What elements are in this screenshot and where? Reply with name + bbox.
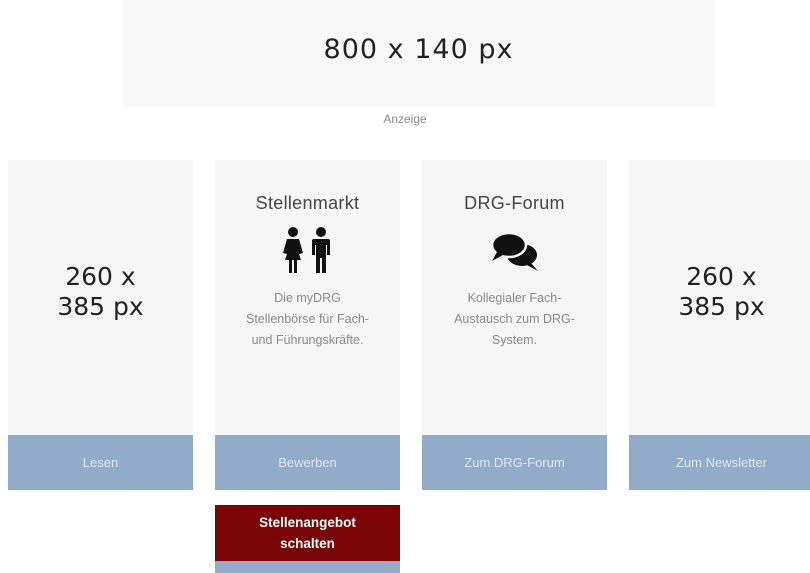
apply-button[interactable]: Bewerben — [215, 435, 400, 490]
card-title: Stellenmarkt — [255, 193, 360, 213]
card-stellenmarkt: Stellenmarkt Die myDRG Stellenbörse für … — [215, 160, 400, 435]
banner-size-text: 800 x 140 px — [323, 34, 514, 65]
cta-strip — [215, 561, 400, 573]
cta-line-1: Stellenangebot — [259, 515, 356, 530]
card-drg-forum: DRG-Forum Kollegialer Fach-Austausch zum… — [422, 160, 607, 435]
card-description: Kollegialer Fach-Austausch zum DRG-Syste… — [454, 291, 575, 347]
card-ad-left[interactable]: 260 x 385 px — [8, 160, 193, 435]
ad-placeholder-text: 260 x 385 px — [678, 261, 765, 321]
card-description: Die myDRG Stellenbörse für Fach- und Füh… — [246, 291, 369, 347]
newsletter-button[interactable]: Zum Newsletter — [629, 435, 810, 490]
read-button[interactable]: Lesen — [8, 435, 193, 490]
card-ad-right[interactable]: 260 x 385 px — [629, 160, 810, 435]
ad-banner[interactable]: 800 x 140 px — [122, 0, 715, 107]
chat-bubbles-icon — [422, 226, 607, 274]
ad-label: Anzeige — [383, 112, 427, 126]
ad-placeholder-text: 260 x 385 px — [57, 261, 144, 321]
drg-forum-button[interactable]: Zum DRG-Forum — [422, 435, 607, 490]
people-icon — [215, 226, 400, 274]
card-title: DRG-Forum — [464, 193, 565, 213]
post-job-offer-button[interactable]: Stellenangebot schalten — [215, 505, 400, 561]
cta-line-2: schalten — [280, 536, 335, 551]
